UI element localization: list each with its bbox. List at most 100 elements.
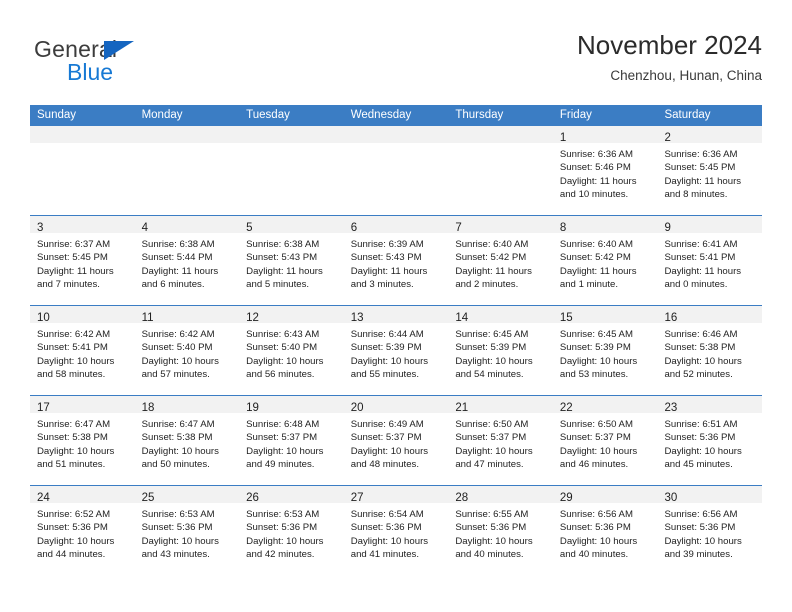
day-number: 15 (559, 312, 573, 324)
sunrise-time: Sunrise: 6:37 AM (37, 239, 111, 250)
day-number: 12 (246, 312, 259, 324)
day-number: 30 (664, 492, 678, 504)
weekday-wednesday: Wednesday (350, 109, 412, 121)
day-cell[interactable]: 9 Sunrise: 6:41 AM Sunset: 5:41 PM Daylight… (657, 216, 763, 305)
day-cell[interactable]: 12 Sunrise: 6:43 AM Sunset: 5:40 PM Dayligh… (239, 306, 344, 395)
day-number: 10 (37, 312, 50, 324)
day-number: 11 (141, 312, 154, 324)
day-number-band (448, 126, 553, 143)
daylight-duration-line2: and 47 minutes. (455, 459, 524, 471)
day-cell[interactable]: 24 Sunrise: 6:52 AM Sunset: 5:36 PM Dayligh… (30, 486, 135, 575)
day-number-band: 26 (239, 486, 344, 504)
daylight-duration-line1: Daylight: 11 hours (455, 265, 532, 277)
day-number-band: 9 (657, 216, 763, 234)
day-cell[interactable]: 28 Sunrise: 6:55 AM Sunset: 5:36 PM Dayligh… (448, 486, 553, 575)
daylight-duration-line2: and 3 minutes. (350, 279, 414, 291)
sunset-time: Sunset: 5:36 PM (350, 522, 422, 534)
day-cell-empty (239, 126, 344, 215)
day-cell[interactable]: 18 Sunrise: 6:47 AM Sunset: 5:38 PM Dayligh… (134, 396, 240, 485)
day-cell[interactable]: 20 Sunrise: 6:49 AM Sunset: 5:37 PM Dayligh… (343, 396, 449, 485)
sunset-time: Sunset: 5:36 PM (664, 522, 736, 534)
day-number-band: 18 (134, 396, 240, 414)
daylight-duration-line1: Daylight: 10 hours (664, 355, 742, 367)
day-details: Sunrise: 6:37 AM Sunset: 5:45 PM Daylight:… (30, 233, 135, 292)
sunset-time: Sunset: 5:42 PM (455, 252, 527, 264)
page-subtitle: Chenzhou, Hunan, China (610, 68, 762, 83)
brand-triangle-icon (104, 41, 134, 60)
day-cell[interactable]: 8 Sunrise: 6:40 AM Sunset: 5:42 PM Daylight… (552, 216, 658, 305)
daylight-duration-line2: and 40 minutes. (559, 549, 629, 561)
day-number-band: 13 (343, 306, 449, 324)
sunset-time: Sunset: 5:38 PM (664, 342, 736, 354)
daylight-duration-line1: Daylight: 11 hours (559, 265, 637, 277)
daylight-duration-line1: Daylight: 10 hours (559, 355, 638, 367)
day-cell[interactable]: 29 Sunrise: 6:56 AM Sunset: 5:36 PM Dayligh… (552, 486, 658, 575)
daylight-duration-line2: and 40 minutes. (455, 549, 524, 561)
daylight-duration-line1: Daylight: 10 hours (559, 445, 638, 457)
day-cell[interactable]: 16 Sunrise: 6:46 AM Sunset: 5:38 PM Dayligh… (657, 306, 763, 395)
day-details: Sunrise: 6:48 AM Sunset: 5:37 PM Daylight:… (239, 413, 344, 472)
day-number-band: 21 (448, 396, 553, 414)
sunrise-time: Sunrise: 6:50 AM (559, 419, 633, 430)
day-number: 23 (664, 402, 678, 414)
day-cell[interactable]: 13 Sunrise: 6:44 AM Sunset: 5:39 PM Dayligh… (343, 306, 449, 395)
sunrise-time: Sunrise: 6:47 AM (141, 419, 215, 430)
brand-name-blue: Blue (67, 59, 114, 85)
daylight-duration-line1: Daylight: 10 hours (455, 535, 533, 547)
day-cell[interactable]: 4 Sunrise: 6:38 AM Sunset: 5:44 PM Daylight… (134, 216, 240, 305)
day-cell[interactable]: 3 Sunrise: 6:37 AM Sunset: 5:45 PM Daylight… (30, 216, 135, 305)
calendar-weeks: 1 Sunrise: 6:36 AM Sunset: 5:46 PM Daylight… (30, 126, 763, 575)
day-cell[interactable]: 25 Sunrise: 6:53 AM Sunset: 5:36 PM Dayligh… (134, 486, 240, 575)
weekday-friday: Friday (559, 109, 592, 121)
day-cell[interactable]: 22 Sunrise: 6:50 AM Sunset: 5:37 PM Dayligh… (552, 396, 658, 485)
day-cell[interactable]: 15 Sunrise: 6:45 AM Sunset: 5:39 PM Dayligh… (552, 306, 658, 395)
sunrise-time: Sunrise: 6:45 AM (559, 329, 633, 340)
daylight-duration-line2: and 5 minutes. (246, 279, 310, 291)
sunset-time: Sunset: 5:37 PM (350, 432, 422, 444)
day-cell[interactable]: 19 Sunrise: 6:48 AM Sunset: 5:37 PM Dayligh… (239, 396, 344, 485)
brand-logo[interactable]: General Blue (34, 36, 214, 92)
day-cell[interactable]: 23 Sunrise: 6:51 AM Sunset: 5:36 PM Dayligh… (657, 396, 763, 485)
sunrise-time: Sunrise: 6:54 AM (350, 509, 424, 520)
daylight-duration-line2: and 39 minutes. (664, 549, 733, 561)
day-cell[interactable]: 17 Sunrise: 6:47 AM Sunset: 5:38 PM Dayligh… (30, 396, 135, 485)
sunset-time: Sunset: 5:36 PM (664, 432, 736, 444)
daylight-duration-line2: and 0 minutes. (664, 279, 728, 291)
day-cell-empty (134, 126, 240, 215)
page-header: General Blue November 2024 Chenzhou, Hun… (30, 30, 762, 92)
day-cell[interactable]: 6 Sunrise: 6:39 AM Sunset: 5:43 PM Daylight… (343, 216, 449, 305)
daylight-duration-line1: Daylight: 11 hours (664, 175, 742, 187)
day-number-band: 25 (134, 486, 240, 504)
sunset-time: Sunset: 5:39 PM (559, 342, 631, 354)
day-number-band: 6 (343, 216, 449, 234)
daylight-duration-line2: and 52 minutes. (664, 369, 733, 381)
day-cell[interactable]: 30 Sunrise: 6:56 AM Sunset: 5:36 PM Dayligh… (657, 486, 763, 575)
day-cell[interactable]: 21 Sunrise: 6:50 AM Sunset: 5:37 PM Dayligh… (448, 396, 553, 485)
day-cell[interactable]: 11 Sunrise: 6:42 AM Sunset: 5:40 PM Dayligh… (134, 306, 240, 395)
day-cell[interactable]: 27 Sunrise: 6:54 AM Sunset: 5:36 PM Dayligh… (343, 486, 449, 575)
day-cell[interactable]: 7 Sunrise: 6:40 AM Sunset: 5:42 PM Daylight… (448, 216, 553, 305)
day-number: 4 (141, 222, 148, 234)
day-cell[interactable]: 2 Sunrise: 6:36 AM Sunset: 5:45 PM Daylight… (657, 126, 763, 215)
day-cell[interactable]: 10 Sunrise: 6:42 AM Sunset: 5:41 PM Dayligh… (30, 306, 135, 395)
sunrise-time: Sunrise: 6:52 AM (37, 509, 111, 520)
day-cell[interactable]: 1 Sunrise: 6:36 AM Sunset: 5:46 PM Daylight… (552, 126, 658, 215)
day-cell[interactable]: 5 Sunrise: 6:38 AM Sunset: 5:43 PM Daylight… (239, 216, 344, 305)
daylight-duration-line1: Daylight: 10 hours (664, 445, 742, 457)
calendar-week-row: 17 Sunrise: 6:47 AM Sunset: 5:38 PM Dayligh… (30, 395, 763, 485)
day-number-band: 29 (552, 486, 658, 504)
day-number-band: 10 (30, 306, 135, 324)
day-cell[interactable]: 14 Sunrise: 6:45 AM Sunset: 5:39 PM Dayligh… (448, 306, 553, 395)
sunrise-time: Sunrise: 6:45 AM (455, 329, 529, 340)
day-cell-empty (448, 126, 553, 215)
daylight-duration-line1: Daylight: 10 hours (350, 355, 429, 367)
sunset-time: Sunset: 5:45 PM (37, 252, 108, 264)
day-number-band: 11 (134, 306, 240, 324)
daylight-duration-line1: Daylight: 10 hours (141, 445, 219, 457)
day-cell[interactable]: 26 Sunrise: 6:53 AM Sunset: 5:36 PM Dayligh… (239, 486, 344, 575)
daylight-duration-line2: and 44 minutes. (37, 549, 106, 561)
daylight-duration-line2: and 54 minutes. (455, 369, 524, 381)
sunset-time: Sunset: 5:38 PM (141, 432, 213, 444)
daylight-duration-line2: and 48 minutes. (350, 459, 420, 471)
day-number-band (239, 126, 344, 143)
